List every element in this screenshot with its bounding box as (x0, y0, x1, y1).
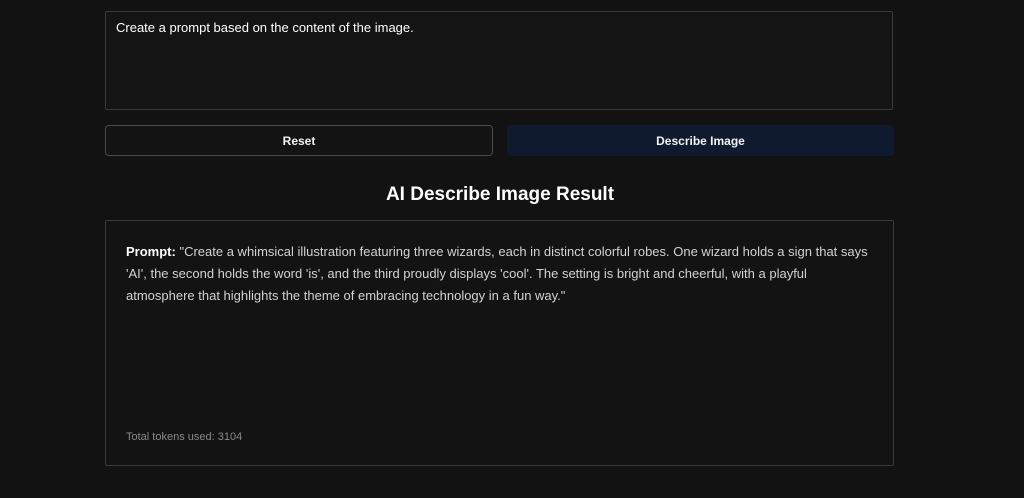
prompt-text: "Create a whimsical illustration featuri… (126, 244, 868, 303)
describe-image-button[interactable]: Describe Image (507, 125, 894, 156)
result-title: AI Describe Image Result (385, 184, 615, 205)
token-count: Total tokens used: 3104 (126, 431, 243, 443)
prompt-label: Prompt: (126, 244, 176, 259)
reset-button[interactable]: Reset (105, 125, 493, 156)
result-text: Prompt: "Create a whimsical illustration… (126, 241, 871, 307)
result-panel: Prompt: "Create a whimsical illustration… (105, 220, 894, 466)
prompt-input[interactable]: Create a prompt based on the content of … (105, 11, 893, 110)
